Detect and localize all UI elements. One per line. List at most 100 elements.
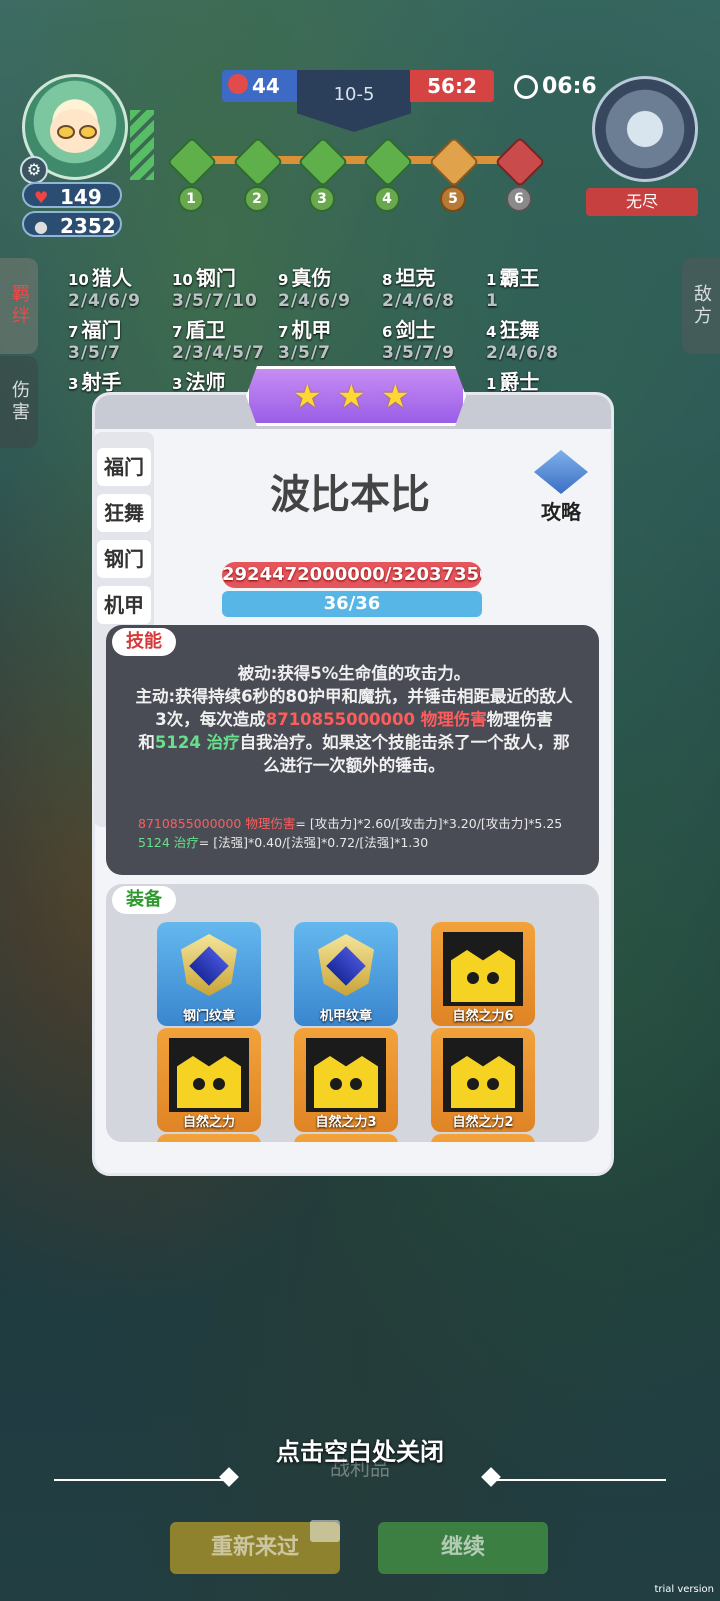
- equipment-item[interactable]: 自然之力6: [431, 922, 535, 1026]
- synergy-levels: 3/5/7/9: [382, 343, 455, 363]
- wave-progress-track: [176, 156, 536, 164]
- synergy-name: 福门: [81, 318, 122, 342]
- synergy-name: 剑士: [395, 318, 436, 342]
- left-score: 44: [222, 70, 298, 102]
- synergy-levels: 2/4/6/8: [486, 343, 559, 363]
- timer: 06:6: [514, 74, 597, 99]
- skill-heal-prefix: 和: [138, 733, 155, 752]
- skill-heal-text: 自我治疗。如果这个技能击杀了一个敌人，那么进行一次额外的锤击。: [239, 733, 570, 775]
- synergy-item[interactable]: 8 坦克 2/4/6/8: [382, 262, 455, 311]
- glasses-icon: [79, 125, 97, 139]
- glasses-icon: [57, 125, 75, 139]
- synergy-levels: 2/4/6/8: [382, 291, 455, 311]
- equipment-item[interactable]: 钢门纹章: [157, 922, 261, 1026]
- synergy-item[interactable]: 3 法师: [172, 366, 225, 395]
- synergy-item[interactable]: 9 真伤 2/4/6/9: [278, 262, 351, 311]
- skill-passive: 被动:获得5%生命值的攻击力。: [237, 664, 471, 683]
- guide-button[interactable]: 攻略: [530, 450, 592, 524]
- wave-number: 4: [374, 186, 400, 212]
- tab-synergy[interactable]: 羁绊: [0, 258, 38, 354]
- crown-face: [451, 950, 515, 1002]
- equipment-item[interactable]: 机甲纹章: [294, 922, 398, 1026]
- synergy-item[interactable]: 1 爵士: [486, 366, 539, 395]
- synergy-count: 9: [278, 271, 289, 289]
- item-label: 钢门纹章: [182, 1009, 235, 1024]
- synergy-count: 3: [172, 375, 183, 393]
- tab-trait[interactable]: 福门: [97, 448, 151, 486]
- coin-icon: ●: [34, 217, 48, 236]
- synergy-item[interactable]: 10 钢门 3/5/7/10: [172, 262, 258, 311]
- emblem-icon: [318, 934, 374, 996]
- crown-eye: [467, 972, 479, 984]
- gear-icon[interactable]: ⚙: [20, 156, 48, 184]
- equipment-item-partial[interactable]: [294, 1134, 398, 1142]
- equipment-item-partial[interactable]: [431, 1134, 535, 1142]
- synergy-item[interactable]: 3 射手: [68, 366, 121, 395]
- crown-eye: [487, 972, 499, 984]
- formula-damage-expr: = [攻击力]*2.60/[攻击力]*3.20/: [295, 816, 481, 831]
- synergy-item[interactable]: 7 福门 3/5/7: [68, 314, 121, 363]
- synergy-item[interactable]: 4 狂舞 2/4/6/8: [486, 314, 559, 363]
- synergy-name: 爵士: [499, 370, 540, 394]
- synergy-count: 7: [68, 323, 79, 341]
- tab-trait[interactable]: 钢门: [97, 540, 151, 578]
- synergy-count: 4: [486, 323, 497, 341]
- synergy-item[interactable]: 1 霸王 1: [486, 262, 539, 311]
- crown-eye: [467, 1078, 479, 1090]
- synergy-name: 射手: [81, 370, 122, 394]
- player-hp-value: 149: [60, 185, 102, 209]
- synergy-name: 霸王: [499, 266, 540, 290]
- hero-mana-bar: 36/36: [222, 591, 482, 617]
- synergy-levels: 3/5/7: [68, 343, 121, 363]
- player-gold-pill: ● 2352: [22, 211, 122, 238]
- equipment-panel: 钢门纹章 机甲纹章 自然之力6 自然之力 自然之力3 自然之力2: [106, 884, 599, 1142]
- crown-eye: [487, 1078, 499, 1090]
- equipment-item[interactable]: 自然之力3: [294, 1028, 398, 1132]
- tab-damage[interactable]: 伤害: [0, 356, 38, 448]
- synergy-count: 3: [68, 375, 79, 393]
- crown-icon: [169, 1038, 249, 1112]
- item-label: 自然之力6: [452, 1009, 514, 1024]
- synergy-item[interactable]: 7 盾卫 2/3/4/5/7: [172, 314, 265, 363]
- crown-eye: [330, 1078, 342, 1090]
- synergy-count: 7: [172, 323, 183, 341]
- synergy-levels: 1: [486, 291, 499, 311]
- tab-trait[interactable]: 狂舞: [97, 494, 151, 532]
- wave-number: 3: [309, 186, 335, 212]
- crown-eye: [193, 1078, 205, 1090]
- synergy-levels: 2/4/6/9: [278, 291, 351, 311]
- gem-icon: [326, 946, 366, 986]
- synergy-name: 机甲: [291, 318, 332, 342]
- wave-number: 1: [178, 186, 204, 212]
- hero-name: 波比本比: [270, 472, 430, 518]
- tab-trait[interactable]: 机甲: [97, 586, 151, 624]
- formula-heal-last: [法强]*1.30: [359, 835, 429, 850]
- star-rating: ★ ★ ★: [246, 366, 466, 426]
- synergy-name: 钢门: [195, 266, 236, 290]
- wave-number: 6: [506, 186, 532, 212]
- equipment-tag: 装备: [112, 886, 176, 914]
- synergy-item[interactable]: 6 剑士 3/5/7/9: [382, 314, 455, 363]
- equipment-item-partial[interactable]: [157, 1134, 261, 1142]
- synergy-count: 10: [68, 271, 89, 289]
- synergy-levels: 3/5/7: [278, 343, 331, 363]
- skill-active-text: 物理伤害: [486, 710, 553, 729]
- enemy-avatar[interactable]: [592, 76, 698, 182]
- synergy-levels: 2/4/6/9: [68, 291, 141, 311]
- synergy-item[interactable]: 10 猎人 2/4/6/9: [68, 262, 141, 311]
- continue-button[interactable]: 继续: [378, 1522, 548, 1574]
- skill-tag: 技能: [112, 628, 176, 656]
- synergy-levels: 2/3/4/5/7: [172, 343, 265, 363]
- crown-eye: [350, 1078, 362, 1090]
- equipment-item[interactable]: 自然之力: [157, 1028, 261, 1132]
- player-hp-pill: ♥ 149: [22, 182, 122, 209]
- equipment-item[interactable]: 自然之力2: [431, 1028, 535, 1132]
- crown-face: [314, 1056, 378, 1108]
- divider-line: [54, 1479, 224, 1481]
- guide-label: 攻略: [541, 500, 581, 524]
- tab-enemy[interactable]: 敌方: [682, 258, 720, 354]
- synergy-item[interactable]: 7 机甲 3/5/7: [278, 314, 331, 363]
- skill-heal-value: 5124 治疗: [154, 733, 240, 752]
- synergy-count: 1: [486, 375, 497, 393]
- item-label: 自然之力: [182, 1115, 235, 1130]
